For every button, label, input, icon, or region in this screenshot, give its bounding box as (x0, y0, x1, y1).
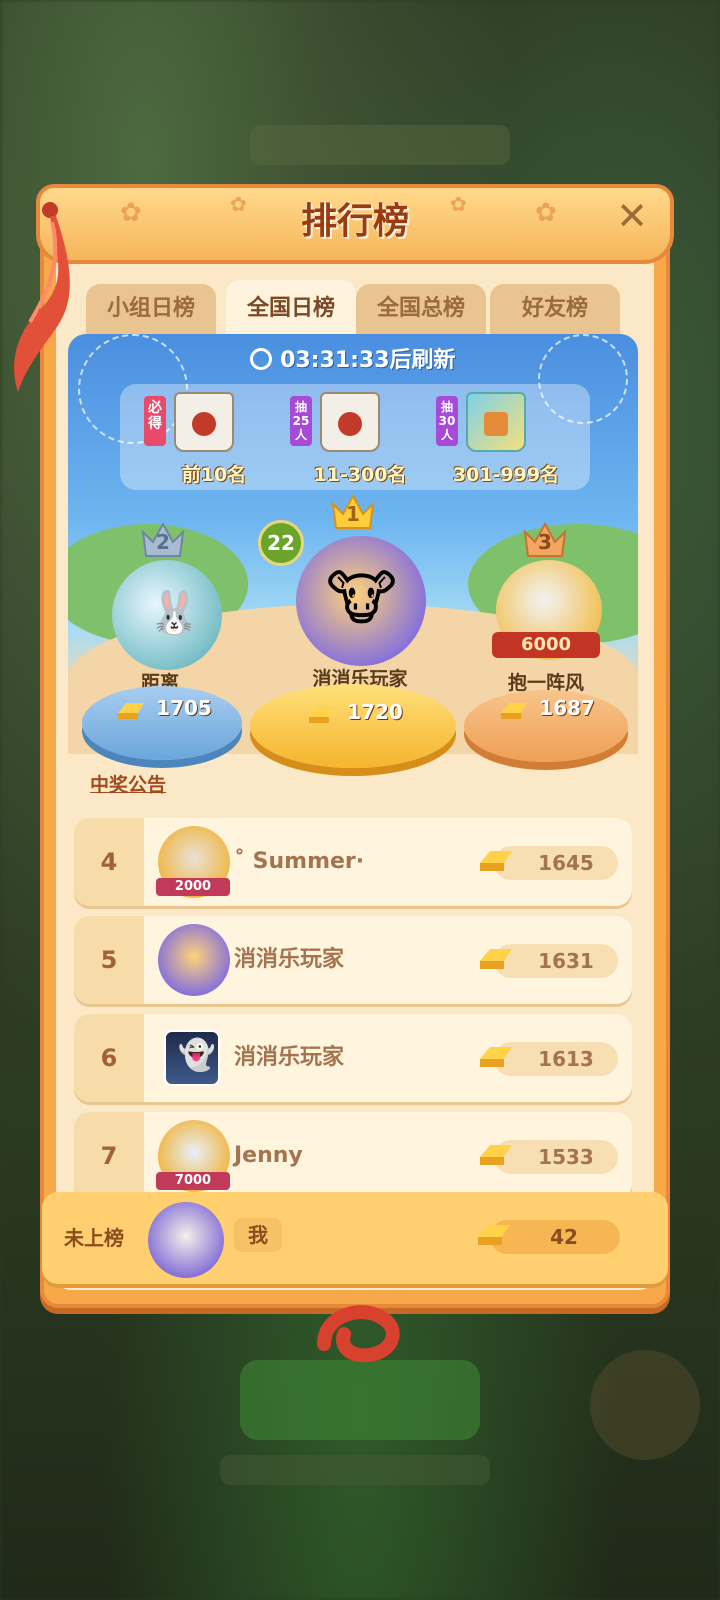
prize-label: 11-300名 (313, 464, 407, 486)
crown-rank: 1 (346, 502, 360, 526)
player-name: Jenny (234, 1143, 303, 1168)
crown-icon: 3 (522, 522, 568, 558)
avatar (148, 1202, 224, 1278)
rank-number: 6 (74, 1014, 144, 1102)
rank-number: 4 (74, 818, 144, 906)
prize-tag: 抽25人 (290, 396, 312, 446)
player-name: 消消乐玩家 (234, 947, 345, 972)
clock-icon (250, 348, 273, 370)
ox-icon: 🐮 (326, 564, 398, 634)
background-blur-title (250, 125, 510, 165)
table-row[interactable]: 4 2000 ˚ Summer· 1645 (74, 818, 632, 906)
page-title: 排行榜 (300, 201, 409, 242)
prize-tag: 必得 (144, 396, 166, 446)
timer-value: 03:31:33 (280, 348, 390, 373)
tab-national-daily[interactable]: 全国日榜 (226, 280, 356, 336)
gold-bar-icon (480, 1047, 512, 1067)
crown-rank: 2 (156, 530, 170, 554)
timer-suffix: 后刷新 (389, 348, 456, 373)
rank-number: 7 (74, 1112, 144, 1200)
prize-item[interactable]: 抽25人 11-300名 (290, 390, 430, 490)
gold-bar-icon (480, 851, 512, 871)
gold-bar-icon (478, 1225, 510, 1245)
crown-icon: 1 (330, 494, 376, 530)
bunny-icon: 🐰 (148, 588, 201, 637)
gold-bar-icon (480, 949, 512, 969)
avatar[interactable]: 🐰 (112, 560, 222, 670)
level-score-badge: 2000 (156, 878, 230, 896)
tote-bag-icon (320, 392, 380, 452)
tote-bag-icon (174, 392, 234, 452)
prize-item[interactable]: 必得 前10名 (144, 390, 284, 490)
avatar: 👻 (164, 1030, 220, 1086)
tab-group-daily[interactable]: 小组日榜 (86, 284, 216, 334)
announcement-link[interactable]: 中奖公告 (90, 770, 166, 797)
prize-label: 301-999名 (452, 464, 560, 486)
panel-header: ✿ ✿ ✿ ✿ 排行榜 ✕ (36, 184, 674, 264)
background-blur-text (220, 1455, 490, 1485)
avatar (158, 924, 230, 996)
score-value: 1720 (347, 700, 403, 724)
ghost-icon: 👻 (178, 1038, 216, 1073)
prize-box: 必得 前10名 抽25人 11-300名 抽30人 301-999名 (120, 384, 590, 490)
prize-label: 前10名 (181, 464, 247, 486)
tab-national-total[interactable]: 全国总榜 (356, 284, 486, 334)
book-icon (466, 392, 526, 452)
tab-friends[interactable]: 好友榜 (490, 284, 620, 334)
gold-bar-icon (501, 702, 528, 719)
my-name: 我 (234, 1218, 282, 1252)
level-score-badge: 6000 (492, 632, 600, 658)
level-badge: 22 (258, 520, 304, 566)
crown-icon: 2 (140, 522, 186, 558)
gold-bar-icon (118, 702, 145, 719)
podium-score: 1720 (290, 700, 420, 725)
gold-bar-icon (480, 1145, 512, 1165)
player-name: 消消乐玩家 (234, 1045, 345, 1070)
my-rank-row[interactable]: 未上榜 我 42 (42, 1192, 668, 1284)
crown-rank: 3 (538, 530, 552, 554)
table-row[interactable]: 7 7000 Jenny 1533 (74, 1112, 632, 1200)
tab-bar: 小组日榜 全国日榜 全国总榜 好友榜 (86, 280, 626, 336)
rank-number: 5 (74, 916, 144, 1004)
avatar[interactable]: 🐮 (296, 536, 426, 666)
my-rank-label: 未上榜 (64, 1226, 124, 1250)
gold-bar-icon (309, 706, 336, 723)
score-value: 1705 (156, 696, 212, 720)
player-name: ˚ Summer· (234, 849, 365, 874)
close-icon: ✕ (616, 194, 648, 238)
prize-tag: 抽30人 (436, 396, 458, 446)
ribbon-bottom-decoration (317, 1305, 400, 1363)
table-row[interactable]: 5 消消乐玩家 1631 (74, 916, 632, 1004)
level-score-badge: 7000 (156, 1172, 230, 1190)
podium-score: 1705 (104, 696, 224, 721)
close-button[interactable]: ✕ (610, 194, 654, 238)
background-blur-decoration (590, 1350, 700, 1460)
table-row[interactable]: 6 👻 消消乐玩家 1613 (74, 1014, 632, 1102)
score-value: 1687 (539, 696, 595, 720)
refresh-timer: 03:31:33后刷新 (68, 342, 638, 374)
prize-item[interactable]: 抽30人 301-999名 (436, 390, 576, 490)
pedestal (250, 684, 456, 768)
podium-score: 1687 (484, 696, 610, 721)
